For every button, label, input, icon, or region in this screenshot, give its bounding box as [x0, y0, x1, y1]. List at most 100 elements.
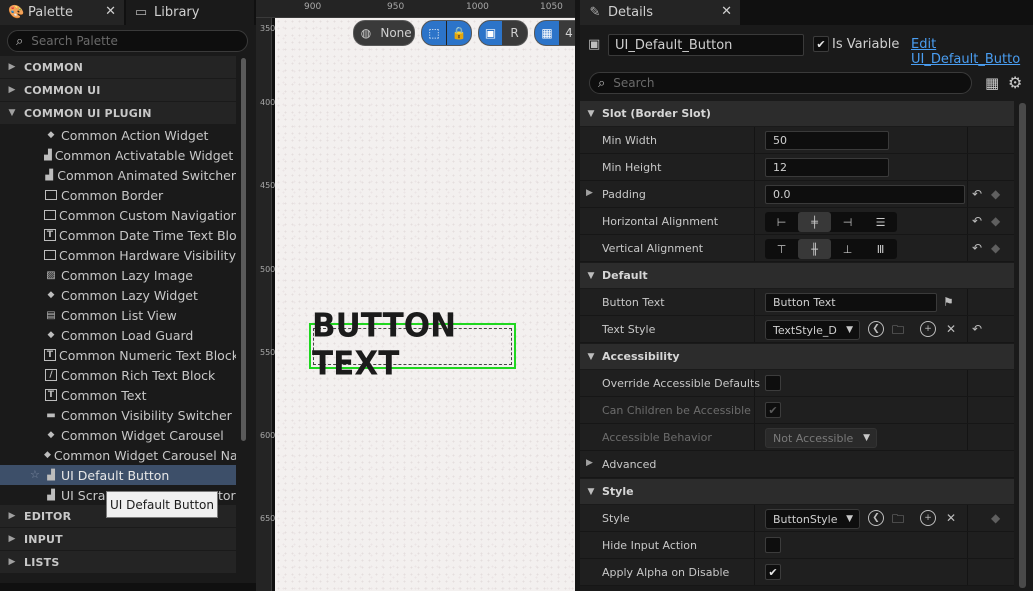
override-accessible-checkbox[interactable]: [765, 375, 781, 391]
section-style[interactable]: ▼ Style: [580, 479, 1014, 504]
browse-folder-icon[interactable]: 🗀: [892, 510, 904, 531]
palette-item-ui-default-button[interactable]: ☆ ▟ UI Default Button: [0, 465, 236, 485]
palette-item[interactable]: ▟ Common Activatable Widget Sv: [0, 145, 236, 165]
button-text-field[interactable]: Button Text: [765, 293, 937, 312]
keyframe-icon[interactable]: ◆: [991, 241, 1000, 255]
chevron-right-icon: ▶: [8, 557, 16, 567]
min-width-field[interactable]: 50: [765, 131, 889, 150]
details-search[interactable]: ⌕: [589, 72, 972, 94]
palette-item[interactable]: ◆ Common Action Widget: [0, 125, 236, 145]
hide-input-checkbox[interactable]: [765, 537, 781, 553]
section-default[interactable]: ▼ Default: [580, 263, 1014, 288]
column-divider: [967, 397, 968, 423]
palette-search[interactable]: ⌕: [7, 30, 248, 52]
respect-locks-toggle[interactable]: ▣ R: [478, 20, 528, 46]
details-panel: ✎ Details ✕ ▣ UI_Default_Button ✔ Is Var…: [580, 0, 1033, 591]
category-common-ui-plugin[interactable]: ▼ COMMON UI PLUGIN: [0, 102, 236, 125]
palette-item[interactable]: ▟ Common Animated Switcher: [0, 165, 236, 185]
can-children-checkbox[interactable]: ✔: [765, 402, 781, 418]
close-icon[interactable]: ✕: [105, 4, 116, 19]
clear-icon[interactable]: ✕: [946, 511, 956, 525]
palette-item[interactable]: ▬ Common Visibility Switcher: [0, 405, 236, 425]
category-input[interactable]: ▶ INPUT: [0, 528, 236, 551]
palette-item[interactable]: ◆ Common Widget Carousel Nav: [0, 445, 236, 465]
gear-icon[interactable]: ⚙: [1008, 73, 1022, 92]
palette-item[interactable]: Common Border: [0, 185, 236, 205]
clear-icon[interactable]: ✕: [946, 322, 956, 336]
snap-toggle[interactable]: ⬚ 🔒: [421, 20, 472, 46]
category-common[interactable]: ▶ COMMON: [0, 56, 236, 79]
accessible-behavior-combo[interactable]: Not Accessible ▼: [765, 428, 877, 448]
palette-item[interactable]: ▨ Common Lazy Image: [0, 265, 236, 285]
chevron-right-icon[interactable]: ▶: [586, 458, 593, 468]
palette-item[interactable]: ▤ Common List View: [0, 305, 236, 325]
palette-scrollbar[interactable]: [241, 58, 246, 441]
use-selected-icon[interactable]: ❮: [868, 321, 884, 337]
widget-preview-background[interactable]: [275, 18, 576, 591]
align-top-icon[interactable]: ⊤: [765, 239, 798, 259]
palette-item[interactable]: T Common Numeric Text Block: [0, 345, 236, 365]
section-slot[interactable]: ▼ Slot (Border Slot): [580, 101, 1014, 126]
tab-details[interactable]: ✎ Details ✕: [580, 0, 740, 25]
category-common-ui[interactable]: ▶ COMMON UI: [0, 79, 236, 102]
widget-name-field[interactable]: UI_Default_Button: [608, 34, 804, 56]
reset-icon[interactable]: ↶: [972, 241, 982, 255]
align-left-icon[interactable]: ⊢: [765, 212, 798, 232]
apply-alpha-checkbox[interactable]: ✔: [765, 564, 781, 580]
layout-icon[interactable]: ▣: [479, 21, 503, 45]
designer-canvas[interactable]: 900 950 1000 1050 350 400 450 500 550 60…: [256, 0, 584, 591]
ruler-label: 350: [260, 24, 276, 33]
star-icon[interactable]: ☆: [30, 468, 40, 481]
marquee-icon[interactable]: ⬚: [422, 21, 447, 45]
details-header: ▣ UI_Default_Button ✔ Is Variable Edit U…: [580, 25, 1033, 68]
add-icon[interactable]: +: [920, 321, 936, 337]
section-accessibility[interactable]: ▼ Accessibility: [580, 344, 1014, 369]
details-search-input[interactable]: [613, 76, 971, 90]
reset-icon[interactable]: ↶: [972, 187, 982, 201]
style-combo[interactable]: ButtonStyle ▼: [765, 509, 860, 529]
palette-item[interactable]: ◆ Common Load Guard: [0, 325, 236, 345]
reset-icon[interactable]: ↶: [972, 322, 982, 336]
column-divider: [754, 397, 755, 423]
keyframe-icon[interactable]: ◆: [991, 511, 1000, 525]
close-icon[interactable]: ✕: [721, 4, 732, 19]
chevron-right-icon[interactable]: ▶: [586, 188, 593, 198]
grid-icon[interactable]: ▦: [535, 21, 559, 45]
palette-item[interactable]: T Common Text: [0, 385, 236, 405]
align-bottom-icon[interactable]: ⊥: [831, 239, 864, 259]
align-center-icon[interactable]: ╪: [798, 212, 831, 232]
tab-library[interactable]: ▭ Library: [126, 0, 254, 25]
add-icon[interactable]: +: [920, 510, 936, 526]
category-lists[interactable]: ▶ LISTS: [0, 551, 236, 574]
world-space-toggle[interactable]: ◍ None: [353, 20, 415, 46]
palette-item[interactable]: ◆ Common Lazy Widget: [0, 285, 236, 305]
text-style-combo[interactable]: TextStyle_D ▼: [765, 320, 860, 340]
palette-item[interactable]: Common Hardware Visibility Bo: [0, 245, 236, 265]
edit-widget-link[interactable]: Edit UI_Default_Butto: [911, 37, 1033, 67]
use-selected-icon[interactable]: ❮: [868, 510, 884, 526]
align-middle-icon[interactable]: ╫: [798, 239, 831, 259]
details-scrollbar[interactable]: [1019, 103, 1026, 588]
table-view-icon[interactable]: ▦: [985, 74, 999, 92]
button-text-preview[interactable]: BUTTON TEXT: [312, 307, 514, 383]
align-vfill-icon[interactable]: Ⅲ: [864, 239, 897, 259]
tab-palette[interactable]: 🎨 Palette ✕: [0, 0, 124, 25]
lock-icon[interactable]: 🔒: [446, 21, 471, 45]
palette-item[interactable]: ◆ Common Widget Carousel: [0, 425, 236, 445]
reset-icon[interactable]: ↶: [972, 214, 982, 228]
keyframe-icon[interactable]: ◆: [991, 187, 1000, 201]
section-advanced[interactable]: ▶ Advanced: [580, 451, 1014, 478]
min-height-field[interactable]: 12: [765, 158, 889, 177]
padding-field[interactable]: 0.0: [765, 185, 965, 204]
palette-item[interactable]: / Common Rich Text Block: [0, 365, 236, 385]
is-variable-checkbox[interactable]: ✔: [813, 36, 829, 52]
flag-icon[interactable]: ⚑: [943, 295, 954, 309]
prop-horizontal-alignment: Horizontal Alignment ⊢ ╪ ⊣ ☰ ↶ ◆: [580, 208, 1014, 235]
palette-item[interactable]: T Common Date Time Text Block: [0, 225, 236, 245]
keyframe-icon[interactable]: ◆: [991, 214, 1000, 228]
browse-folder-icon[interactable]: 🗀: [892, 321, 904, 342]
palette-search-input[interactable]: [31, 34, 247, 48]
align-fill-icon[interactable]: ☰: [864, 212, 897, 232]
palette-item[interactable]: Common Custom Navigation: [0, 205, 236, 225]
align-right-icon[interactable]: ⊣: [831, 212, 864, 232]
